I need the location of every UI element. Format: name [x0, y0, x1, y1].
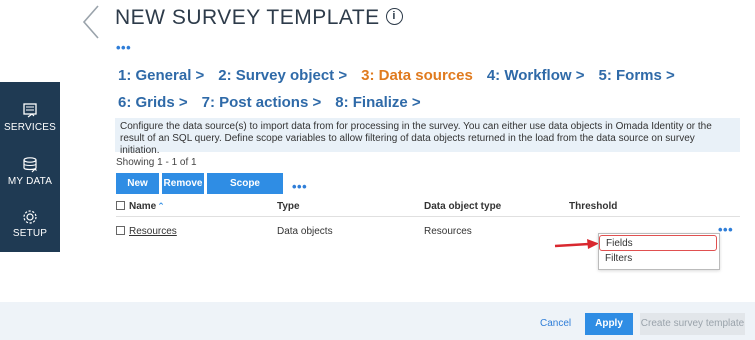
table-row-name: Resources — [116, 225, 177, 237]
cancel-button[interactable]: Cancel — [540, 318, 571, 329]
page-title: NEW SURVEY TEMPLATE i — [115, 6, 403, 30]
step-workflow[interactable]: 4: Workflow > — [487, 67, 585, 84]
nav-label-services: SERVICES — [4, 122, 56, 133]
row-checkbox[interactable] — [116, 225, 125, 235]
step-survey-object[interactable]: 2: Survey object > — [218, 67, 347, 84]
column-header-type[interactable]: Type — [277, 201, 300, 212]
table-row-type: Data objects — [277, 226, 333, 237]
page-title-text: NEW SURVEY TEMPLATE — [115, 6, 380, 29]
nav-label-setup: SETUP — [12, 228, 48, 239]
my-data-icon — [23, 157, 37, 173]
scope-variables-button[interactable]: Scope variables — [207, 173, 283, 210]
back-button[interactable] — [78, 2, 104, 42]
row-actions-menu[interactable]: ••• — [718, 222, 733, 237]
nav-item-my-data[interactable]: MY DATA — [0, 156, 60, 187]
nav-item-setup[interactable]: SETUP — [0, 208, 60, 239]
sort-ascending-icon: ⌃ — [157, 201, 165, 211]
toolbar-more-menu[interactable]: ••• — [292, 179, 307, 194]
title-more-menu[interactable]: ••• — [116, 40, 131, 55]
create-survey-template-button: Create survey template — [640, 313, 745, 335]
result-count: Showing 1 - 1 of 1 — [116, 157, 197, 168]
step-grids[interactable]: 6: Grids > — [118, 94, 188, 111]
column-name-label: Name — [129, 201, 157, 212]
table-row-data-object-type: Resources — [424, 226, 472, 237]
wizard-steps-row-1: 1: General > 2: Survey object > 3: Data so… — [118, 67, 689, 84]
column-header-threshold[interactable]: Threshold — [569, 201, 617, 212]
row-context-menu: Fields Filters — [598, 233, 720, 270]
row-name-link[interactable]: Resources — [129, 226, 177, 237]
step-data-sources[interactable]: 3: Data sources — [361, 67, 473, 84]
services-icon — [23, 103, 37, 118]
menu-item-fields[interactable]: Fields — [599, 235, 717, 251]
apply-button[interactable]: Apply — [585, 313, 633, 335]
header-divider — [116, 216, 740, 217]
left-nav: SERVICES MY DATA SETUP — [0, 82, 60, 252]
column-header-name[interactable]: Name⌃ — [116, 200, 165, 212]
step-finalize[interactable]: 8: Finalize > — [335, 94, 420, 111]
nav-item-services[interactable]: SERVICES — [0, 102, 60, 133]
menu-item-filters[interactable]: Filters — [599, 251, 717, 267]
step-forms[interactable]: 5: Forms > — [598, 67, 674, 84]
pointer-arrow-icon — [554, 239, 599, 249]
description-box: Configure the data source(s) to import d… — [115, 118, 740, 156]
wizard-steps-row-2: 6: Grids > 7: Post actions > 8: Finalize > — [118, 94, 435, 111]
remove-button[interactable]: Remove — [162, 173, 204, 194]
chevron-left-icon — [82, 5, 99, 39]
column-header-data-object-type[interactable]: Data object type — [424, 201, 501, 212]
nav-label-my-data: MY DATA — [7, 176, 53, 187]
gear-icon — [23, 210, 37, 224]
step-post-actions[interactable]: 7: Post actions > — [202, 94, 322, 111]
new-button[interactable]: New — [116, 173, 159, 194]
step-general[interactable]: 1: General > — [118, 67, 204, 84]
select-all-checkbox[interactable] — [116, 200, 125, 210]
info-icon[interactable]: i — [385, 7, 403, 25]
